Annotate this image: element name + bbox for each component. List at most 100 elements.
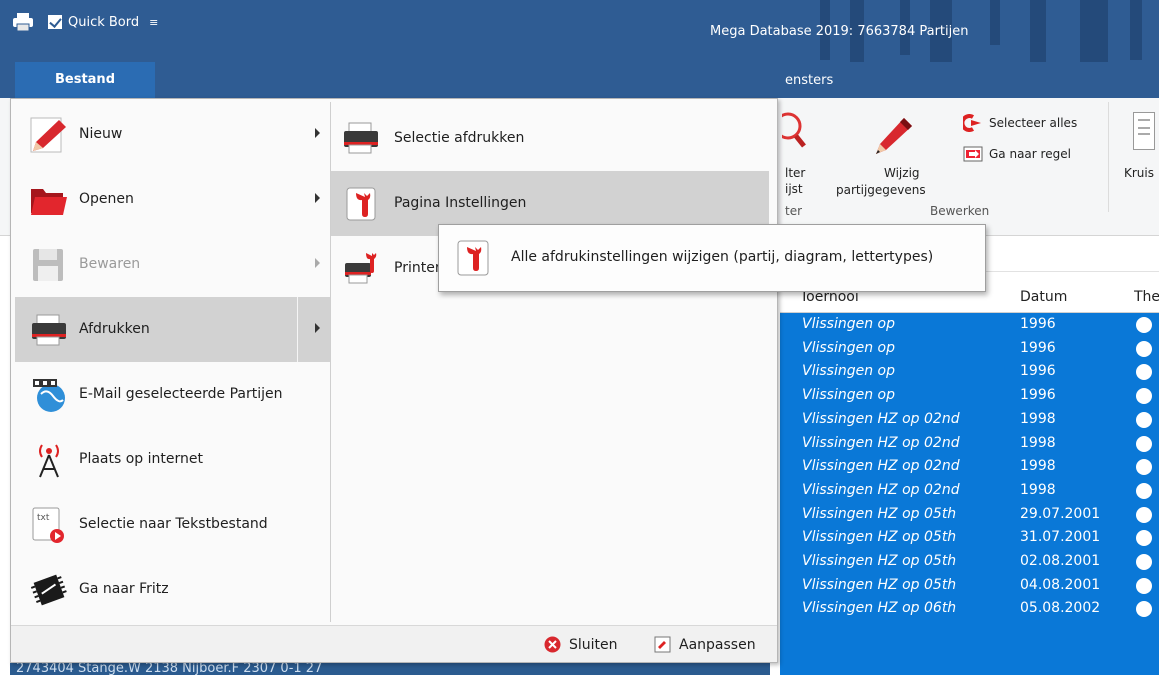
table-row[interactable]: Vlissingen HZ op 06th 05.08.2002 [780, 597, 1159, 621]
theme-dot-icon [1136, 506, 1152, 523]
theme-dot-icon [1136, 482, 1152, 499]
theme-dot-icon [1136, 364, 1152, 381]
printer-icon[interactable] [12, 13, 34, 32]
event-cell: Vlissingen HZ op 02nd [802, 458, 960, 475]
table-row[interactable]: Vlissingen HZ op 05th 02.08.2001 [780, 550, 1159, 574]
wrench-icon [455, 239, 491, 277]
select-all-label: Selecteer alles [989, 116, 1078, 130]
ribbon-separator [1108, 102, 1109, 212]
customize-button[interactable]: Aanpassen [654, 636, 756, 653]
printer-icon [341, 119, 381, 159]
close-label: Sluiten [569, 636, 618, 653]
print-submenu: Selectie afdrukken Pagina Instellingen P… [330, 102, 770, 622]
edit-game-label-1[interactable]: Wijzig [884, 166, 920, 180]
event-cell: Vlissingen HZ op 05th [802, 553, 957, 569]
theme-dot-icon [1136, 411, 1152, 428]
column-header-theme[interactable]: The [1134, 282, 1159, 312]
submenu-item-print-selection[interactable]: Selectie afdrukken [331, 106, 769, 171]
theme-dot-icon [1136, 577, 1152, 594]
date-cell: 05.08.2002 [1020, 600, 1101, 617]
menu-item-label: Afdrukken [79, 321, 150, 337]
ribbon-tab-bar [0, 62, 1159, 98]
text-file-icon: txt [29, 506, 69, 544]
event-cell: Vlissingen op [802, 387, 895, 404]
edit-group-label: Bewerken [930, 204, 990, 218]
date-cell: 1998 [1020, 481, 1056, 498]
table-row[interactable]: Vlissingen op 1996 [780, 337, 1159, 361]
menu-item-label: Ga naar Fritz [79, 581, 169, 597]
menu-item-afdrukken[interactable]: Afdrukken [15, 297, 330, 362]
customize-label: Aanpassen [679, 636, 756, 653]
customize-qat-icon[interactable]: ≡ [149, 16, 158, 29]
event-cell: Vlissingen HZ op 02nd [802, 434, 960, 451]
event-cell: Vlissingen HZ op 05th [802, 505, 957, 522]
menu-item-bewaren[interactable]: Bewaren [15, 232, 330, 297]
filter-group-label: ter [785, 204, 803, 218]
table-row[interactable]: Vlissingen HZ op 02nd 1998 [780, 432, 1159, 456]
table-row[interactable]: Vlissingen op 1996 [780, 360, 1159, 384]
submenu-arrow-icon [315, 258, 320, 268]
close-button[interactable]: Sluiten [544, 636, 618, 653]
table-row[interactable]: Vlissingen HZ op 02nd 1998 [780, 408, 1159, 432]
floppy-disk-icon [29, 246, 69, 284]
menu-item-email[interactable]: E-Mail geselecteerde Partijen [15, 362, 330, 427]
filter-icon[interactable] [774, 110, 810, 154]
tooltip-text: Alle afdrukinstellingen wijzigen (partij… [511, 249, 934, 265]
app-title: Mega Database 2019: 7663784 Partijen [710, 24, 969, 39]
table-row[interactable]: Vlissingen op 1996 [780, 384, 1159, 408]
grid-rows: Vlissingen op 1996 Vlissingen op 1996 Vlis… [780, 313, 1159, 675]
menu-item-fritz[interactable]: Ga naar Fritz [15, 557, 330, 622]
crosstable-icon[interactable] [1133, 112, 1155, 150]
globe-mail-icon [29, 376, 69, 414]
menu-item-label: Selectie naar Tekstbestand [79, 516, 268, 532]
table-row[interactable]: Vlissingen HZ op 02nd 1998 [780, 479, 1159, 503]
chip-icon [29, 571, 69, 609]
theme-dot-icon [1136, 388, 1152, 405]
tab-vensters[interactable]: ensters [785, 73, 833, 88]
menu-item-label: Nieuw [79, 126, 123, 142]
date-cell: 1998 [1020, 434, 1056, 451]
select-all-button[interactable]: Selecteer alles [960, 114, 1078, 132]
tab-bestand[interactable]: Bestand [15, 62, 155, 98]
theme-dot-icon [1136, 317, 1152, 333]
column-header-date[interactable]: Datum [1020, 282, 1120, 312]
table-row[interactable]: Vlissingen op 1996 [780, 313, 1159, 337]
date-cell: 29.07.2001 [1020, 505, 1101, 522]
event-cell: Vlissingen op [802, 363, 895, 380]
menu-item-nieuw[interactable]: Nieuw [15, 102, 330, 167]
wrench-icon [341, 184, 381, 224]
quick-access-toolbar: Quick Bord ≡ [12, 10, 158, 34]
date-cell: 1996 [1020, 363, 1056, 380]
filter-label-bottom: ijst [785, 182, 803, 196]
submenu-arrow-icon [315, 193, 320, 203]
select-all-icon [960, 114, 983, 132]
submenu-arrow-box[interactable] [297, 297, 330, 362]
table-row[interactable]: Vlissingen HZ op 05th 04.08.2001 [780, 574, 1159, 598]
theme-dot-icon [1136, 340, 1152, 357]
theme-dot-icon [1136, 601, 1152, 618]
menu-item-internet[interactable]: Plaats op internet [15, 427, 330, 492]
goto-row-button[interactable]: Ga naar regel [963, 146, 1071, 162]
menu-item-text-file[interactable]: txt Selectie naar Tekstbestand [15, 492, 330, 557]
theme-dot-icon [1136, 554, 1152, 570]
table-row[interactable]: Vlissingen HZ op 02nd 1998 [780, 455, 1159, 479]
theme-dot-icon [1136, 435, 1152, 452]
edit-game-label-2[interactable]: partijgegevens [836, 183, 926, 197]
goto-row-label: Ga naar regel [989, 147, 1071, 161]
edit-game-icon[interactable] [872, 114, 916, 160]
crosstable-label[interactable]: Kruis [1124, 166, 1154, 180]
quick-bord-label[interactable]: Quick Bord [68, 15, 139, 30]
antenna-icon [29, 441, 69, 479]
quick-bord-checkbox[interactable] [48, 15, 62, 29]
submenu-item-label: Selectie afdrukken [394, 130, 525, 146]
table-row[interactable]: Vlissingen HZ op 05th 31.07.2001 [780, 526, 1159, 550]
printer-wrench-icon [341, 249, 381, 289]
date-cell: 1996 [1020, 316, 1056, 332]
menu-item-label: Bewaren [79, 256, 141, 272]
menu-item-openen[interactable]: Openen [15, 167, 330, 232]
file-menu-footer: Sluiten Aanpassen [11, 625, 777, 662]
event-cell: Vlissingen HZ op 02nd [802, 410, 960, 427]
table-row[interactable]: Vlissingen HZ op 05th 29.07.2001 [780, 503, 1159, 527]
submenu-arrow-icon [315, 323, 320, 333]
menu-item-label: Openen [79, 191, 134, 207]
